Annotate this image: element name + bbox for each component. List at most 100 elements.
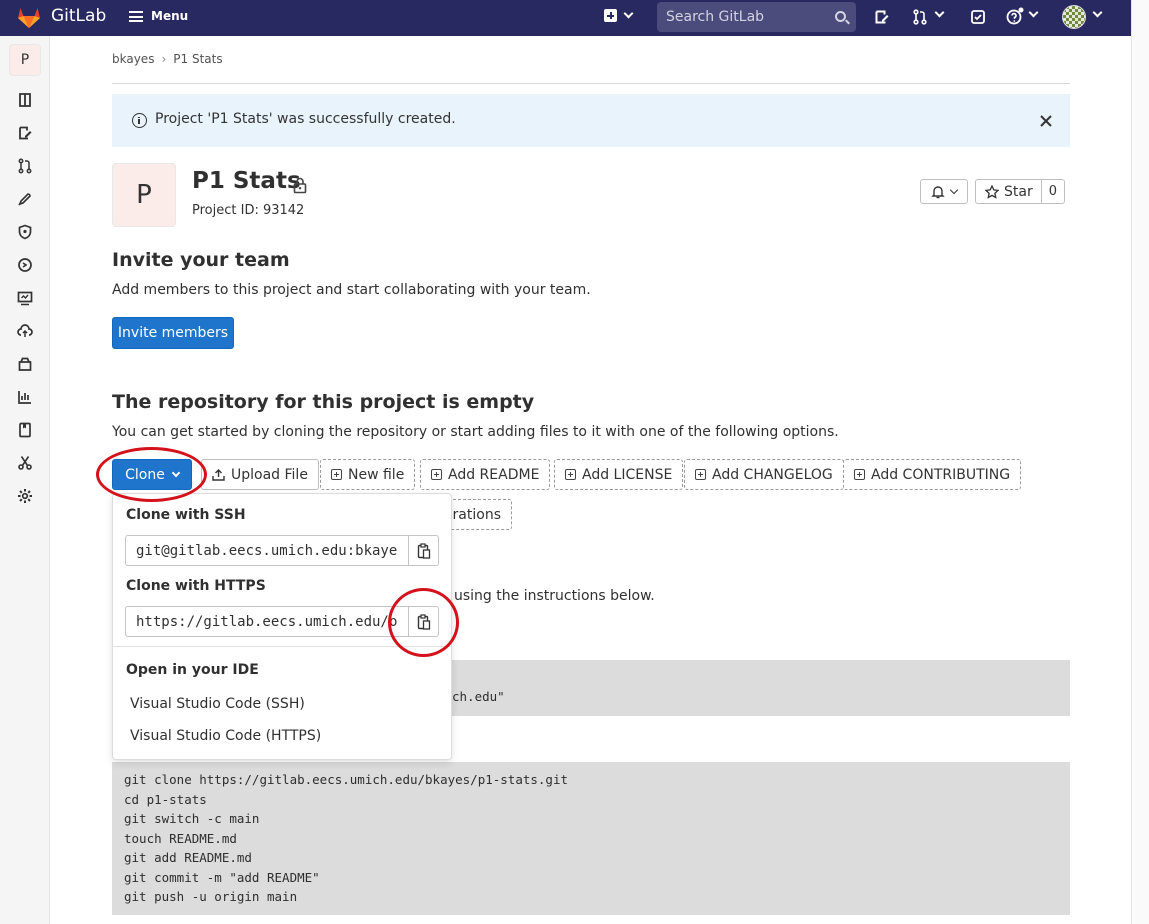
add-contributing-label: Add CONTRIBUTING [871, 466, 1011, 483]
empty-repo-heading: The repository for this project is empty [112, 391, 535, 413]
todo-icon[interactable] [970, 9, 986, 25]
menu-label: Menu [151, 9, 189, 23]
top-navbar: GitLab Menu [0, 0, 1131, 36]
search-icon [835, 11, 846, 22]
code-line: git add README.md [124, 850, 252, 865]
star-button[interactable]: Star [976, 180, 1042, 203]
clone-label: Clone [125, 466, 165, 483]
chevron-down-icon[interactable] [934, 7, 945, 18]
new-dropdown-button[interactable] [604, 8, 634, 22]
project-avatar: P [112, 163, 176, 227]
chevron-down-icon [171, 468, 181, 478]
add-license-button[interactable]: Add LICENSE [554, 459, 684, 490]
chevron-down-icon[interactable] [1092, 7, 1103, 18]
snippets-icon[interactable] [17, 455, 33, 471]
open-in-ide-heading: Open in your IDE [126, 662, 259, 678]
invite-description: Add members to this project and start co… [112, 282, 591, 298]
wiki-icon[interactable] [17, 422, 33, 438]
monitor-icon[interactable] [17, 290, 33, 306]
help-icon[interactable] [1006, 7, 1024, 25]
star-button-group: Star 0 [975, 179, 1065, 204]
merge-requests-icon[interactable] [17, 158, 33, 174]
code-line: cd p1-stats [124, 791, 207, 807]
clone-ssh-heading: Clone with SSH [126, 507, 246, 523]
code-line: git commit -m "add README" [124, 869, 320, 885]
code-line: touch README.md [124, 830, 237, 846]
hamburger-icon [129, 10, 143, 22]
packages-icon[interactable] [17, 356, 33, 372]
empty-repo-description: You can get started by cloning the repos… [112, 424, 839, 440]
integrations-label: grations [443, 506, 501, 523]
settings-icon[interactable] [17, 488, 33, 504]
search-box[interactable] [657, 2, 856, 32]
invite-heading: Invite your team [112, 249, 290, 271]
clipboard-icon [417, 613, 430, 630]
add-changelog-button[interactable]: Add CHANGELOG [684, 459, 844, 490]
add-readme-button[interactable]: Add README [420, 459, 551, 490]
plus-icon [604, 9, 617, 22]
code-line: git switch -c main [124, 811, 260, 826]
merge-request-icon[interactable] [912, 9, 928, 25]
invite-members-button[interactable]: Invite members [112, 317, 234, 349]
plus-square-icon [431, 469, 442, 480]
upload-file-button[interactable]: Upload File [201, 459, 319, 490]
add-license-label: Add LICENSE [582, 466, 673, 483]
add-contributing-button[interactable]: Add CONTRIBUTING [843, 459, 1022, 490]
chevron-down-icon[interactable] [1028, 7, 1039, 18]
project-id: Project ID: 93142 [192, 203, 305, 218]
window-edge [1131, 0, 1149, 924]
deployments-icon[interactable] [17, 191, 33, 207]
alert-message: Project 'P1 Stats' was successfully crea… [155, 111, 456, 127]
chevron-down-icon [949, 185, 959, 195]
code-line: git push -u origin main [124, 889, 298, 904]
copy-https-url-button[interactable] [408, 606, 439, 637]
add-readme-label: Add README [448, 466, 540, 483]
project-sidebar: P [0, 36, 50, 924]
star-label: Star [1004, 183, 1033, 200]
success-alert: Project 'P1 Stats' was successfully crea… [112, 94, 1070, 147]
ssh-url-field[interactable]: git@gitlab.eecs.umich.edu:bkaye [125, 535, 409, 566]
ci-cd-icon[interactable] [17, 257, 33, 273]
project-title: P1 Stats [192, 168, 301, 194]
instructions-text: using the instructions below. [454, 588, 655, 604]
search-input[interactable] [666, 9, 826, 25]
open-vscode-ssh-item[interactable]: Visual Studio Code (SSH) [130, 696, 305, 712]
clipboard-icon [417, 542, 430, 559]
chevron-down-icon [623, 8, 634, 19]
breadcrumb: bkayes › P1 Stats [112, 52, 223, 66]
add-changelog-label: Add CHANGELOG [712, 466, 833, 483]
lock-icon [293, 177, 307, 194]
open-vscode-https-item[interactable]: Visual Studio Code (HTTPS) [130, 728, 321, 744]
code-line: git clone https://gitlab.eecs.umich.edu/… [124, 772, 569, 787]
new-file-button[interactable]: New file [320, 459, 416, 490]
breadcrumb-item-namespace[interactable]: bkayes [112, 52, 154, 66]
plus-square-icon [331, 469, 342, 480]
copy-ssh-url-button[interactable] [408, 535, 439, 566]
new-file-label: New file [348, 466, 405, 483]
issues-icon[interactable] [17, 125, 33, 141]
plus-square-icon [565, 469, 576, 480]
upload-file-label: Upload File [231, 466, 308, 483]
sidebar-project-avatar[interactable]: P [9, 44, 41, 76]
info-icon [132, 113, 147, 128]
close-icon[interactable] [1039, 114, 1053, 128]
breadcrumb-item-project[interactable]: P1 Stats [173, 52, 222, 66]
menu-button[interactable]: Menu [129, 9, 188, 23]
brand-name[interactable]: GitLab [51, 6, 106, 26]
star-icon [985, 184, 999, 199]
clone-button[interactable]: Clone [112, 459, 192, 490]
analytics-icon[interactable] [17, 389, 33, 405]
issues-icon[interactable] [874, 9, 890, 25]
https-url-field[interactable]: https://gitlab.eecs.umich.edu/b [125, 606, 409, 637]
user-avatar[interactable] [1062, 5, 1086, 29]
clone-dropdown: Clone with SSH git@gitlab.eecs.umich.edu… [112, 493, 452, 760]
project-icon[interactable] [17, 92, 33, 108]
infrastructure-icon[interactable] [17, 323, 33, 339]
star-count[interactable]: 0 [1042, 180, 1064, 203]
gitlab-logo-icon[interactable] [16, 4, 42, 30]
notification-settings-button[interactable] [920, 179, 968, 204]
divider [112, 83, 1070, 84]
security-icon[interactable] [17, 224, 33, 240]
breadcrumb-separator: › [161, 52, 167, 66]
clone-https-heading: Clone with HTTPS [126, 578, 266, 594]
